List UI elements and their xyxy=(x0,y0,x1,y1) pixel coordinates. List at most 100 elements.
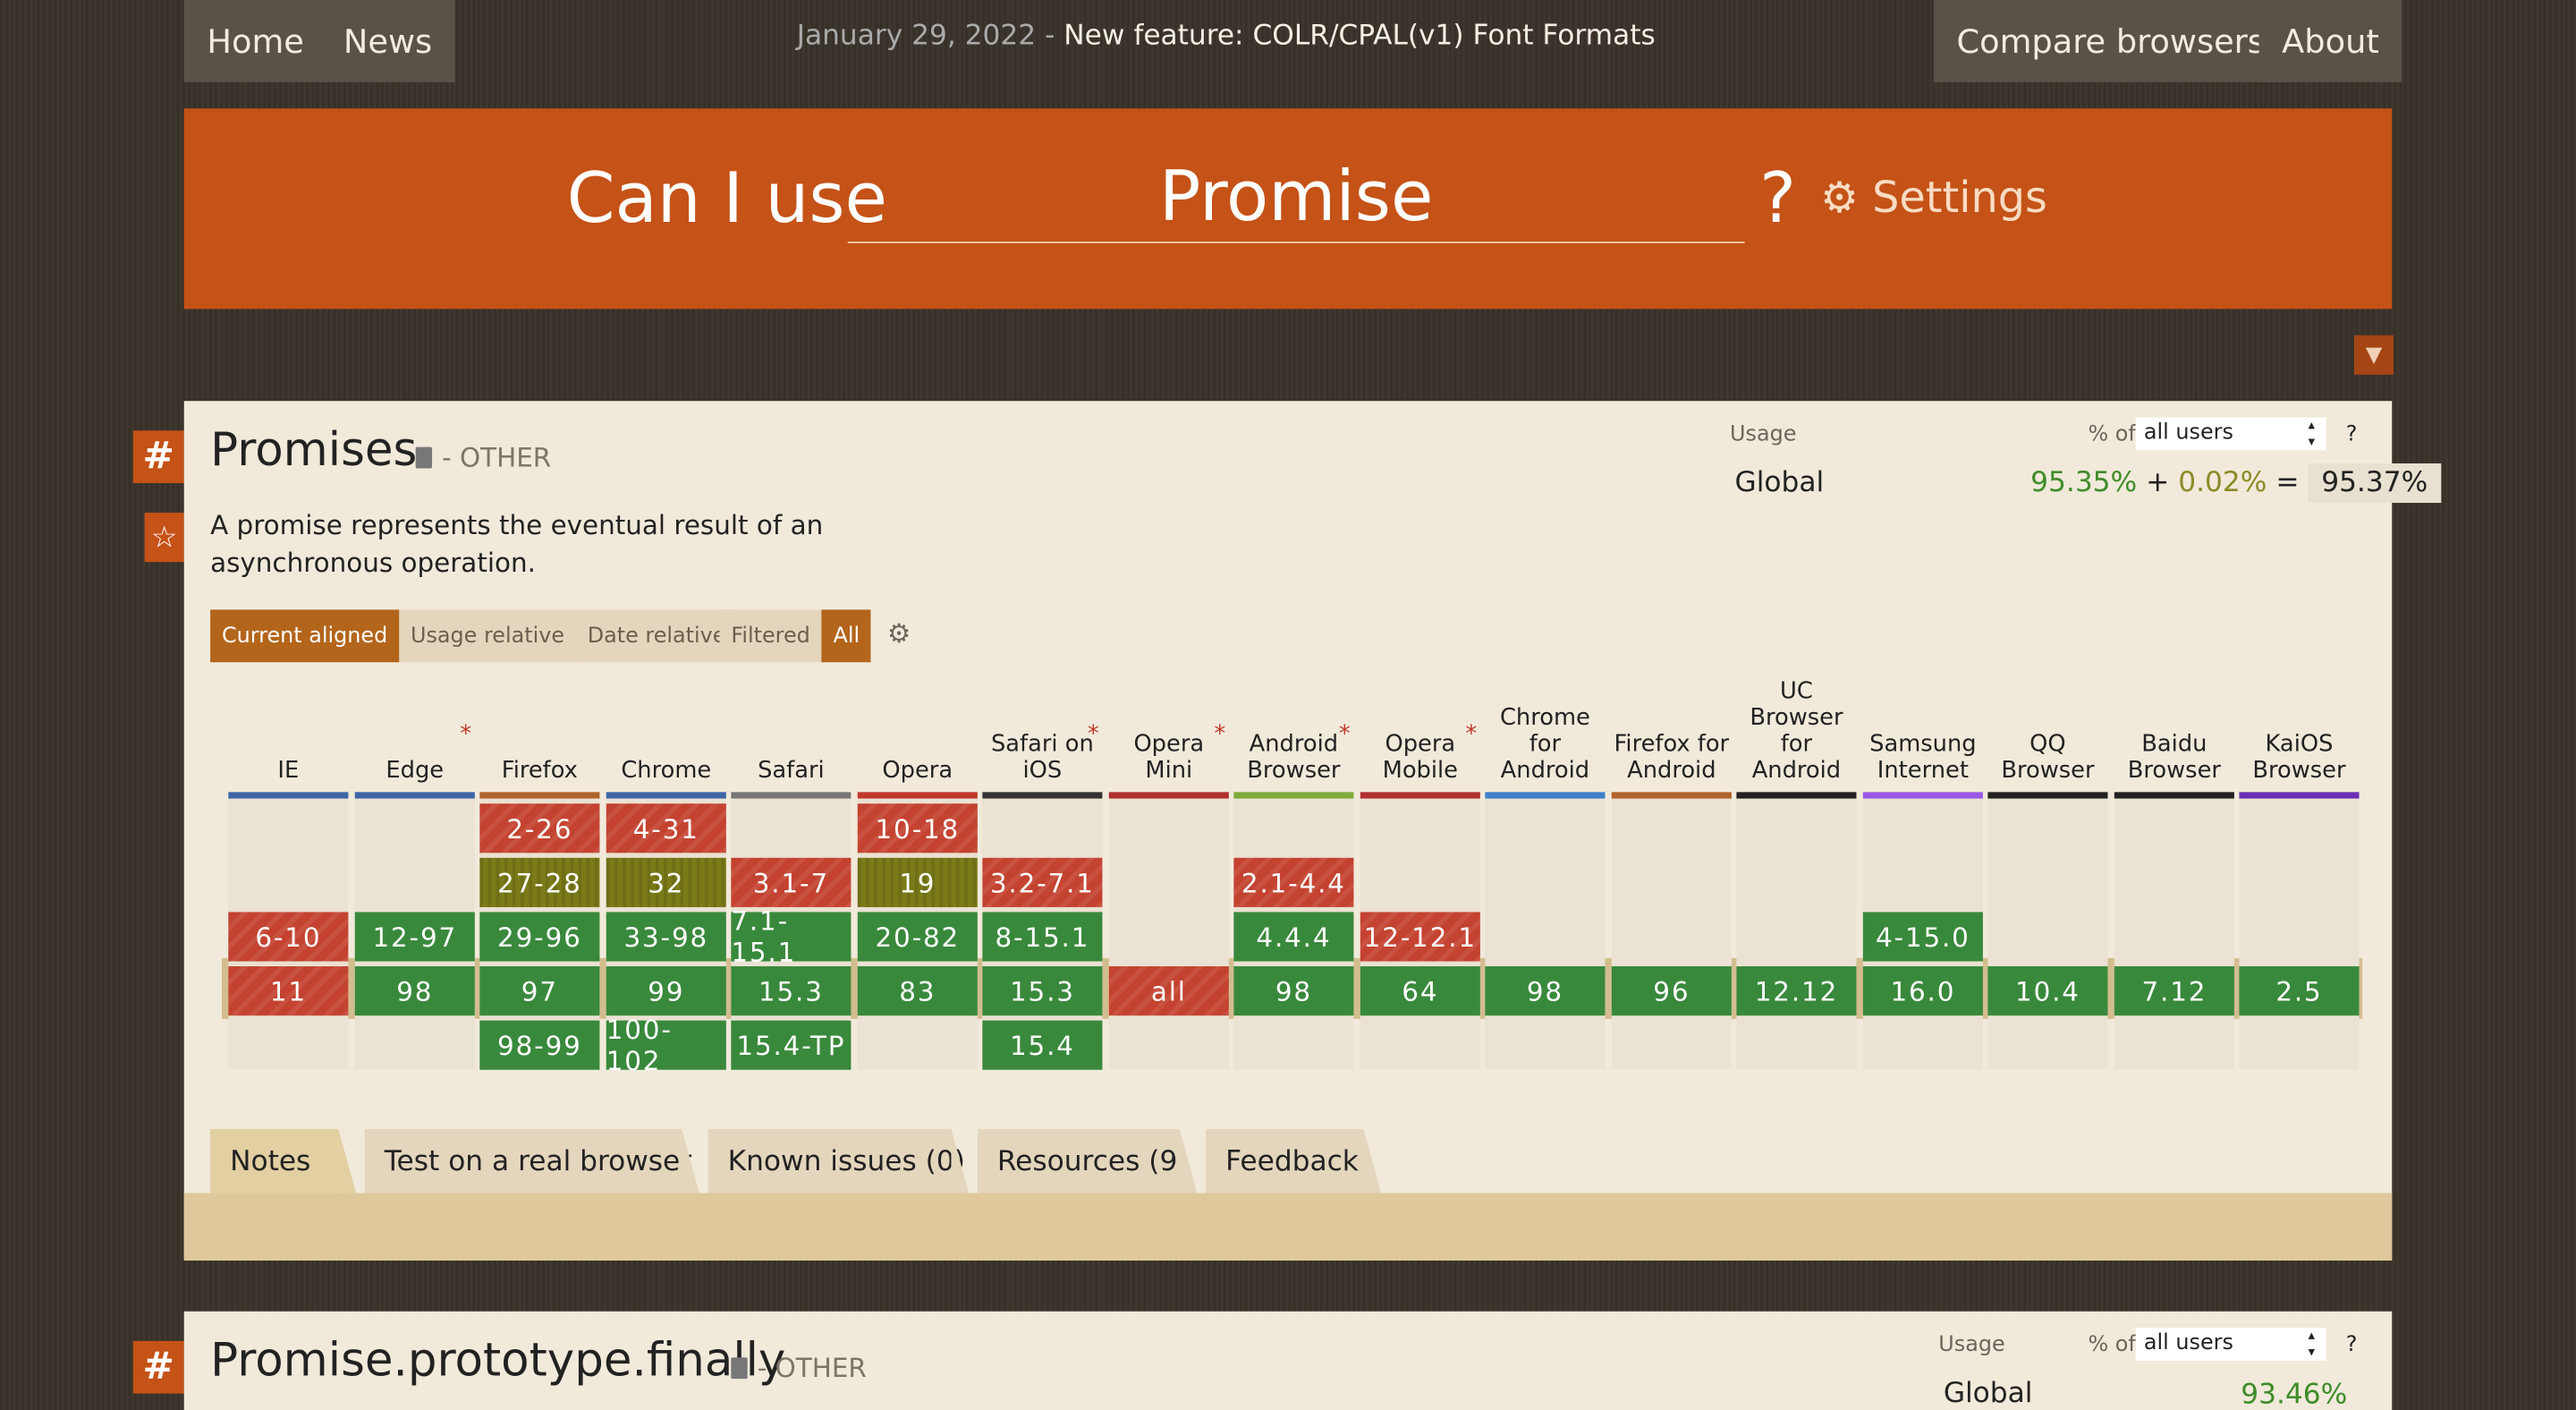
support-cell[interactable]: 98 xyxy=(1485,966,1606,1016)
support-cell[interactable]: 96 xyxy=(1611,966,1732,1016)
support-cell[interactable]: 6-10 xyxy=(228,912,349,962)
feature-title[interactable]: Promise.prototype.finally xyxy=(210,1333,785,1388)
gear-icon[interactable]: ⚙ xyxy=(887,618,911,650)
tab-date-relative[interactable]: Date relative xyxy=(575,609,738,663)
support-cell[interactable]: 19 xyxy=(857,857,978,907)
star-icon[interactable]: ☆ xyxy=(144,513,184,563)
tab-resources[interactable]: Resources (9) xyxy=(977,1128,1198,1195)
browser-header[interactable]: Baidu Browser xyxy=(2114,677,2234,794)
browser-header[interactable]: Safari on iOS * xyxy=(982,677,1102,794)
news-ticker[interactable]: January 29, 2022 - New feature: COLR/CPA… xyxy=(797,20,1656,53)
browser-column xyxy=(2239,798,2360,1070)
nav-compare-browsers[interactable]: Compare browsers xyxy=(1933,0,2288,82)
support-cell[interactable]: 83 xyxy=(857,966,978,1016)
browser-header[interactable]: Edge * xyxy=(355,677,475,794)
browser-header[interactable]: Samsung Internet xyxy=(1863,677,1983,794)
support-cell[interactable]: 2.1-4.4 xyxy=(1233,857,1354,907)
browser-header[interactable]: Opera xyxy=(858,677,978,794)
usage-help-button[interactable]: ? xyxy=(2346,422,2358,447)
browser-header[interactable]: Firefox for Android xyxy=(1612,677,1732,794)
support-cell[interactable]: 12-12.1 xyxy=(1360,912,1480,962)
feature-title[interactable]: Promises xyxy=(210,422,417,477)
equals-sign: = xyxy=(2275,466,2300,500)
support-cell[interactable]: 64 xyxy=(1360,966,1480,1016)
browser-color-bar xyxy=(1485,792,1606,799)
support-cell[interactable]: 10-18 xyxy=(857,803,978,854)
pct-of-label: % of xyxy=(2088,422,2136,447)
browser-header[interactable]: QQ Browser xyxy=(1987,677,2107,794)
support-cell[interactable]: 10.4 xyxy=(1987,966,2108,1016)
support-cell[interactable]: 15.4 xyxy=(982,1020,1103,1070)
users-select[interactable]: all users xyxy=(2135,417,2326,451)
support-cell[interactable]: 98 xyxy=(354,966,475,1016)
tab-filtered[interactable]: Filtered xyxy=(719,609,822,663)
support-cell[interactable]: 7.1-15.1 xyxy=(731,905,852,968)
support-cell[interactable]: 2.5 xyxy=(2239,966,2360,1016)
support-cell[interactable]: 15.4-TP xyxy=(731,1020,852,1070)
browser-color-bar xyxy=(1360,792,1480,799)
browser-header[interactable]: Android Browser * xyxy=(1233,677,1353,794)
browser-header[interactable]: Firefox xyxy=(479,677,599,794)
nav-home[interactable]: Home xyxy=(183,0,327,82)
usage-full: 95.35% xyxy=(2030,466,2138,500)
settings-button[interactable]: ⚙ Settings xyxy=(1820,174,2047,224)
tab-notes[interactable]: Notes xyxy=(210,1128,357,1195)
nav-about[interactable]: About xyxy=(2258,0,2402,82)
tab-feedback[interactable]: Feedback xyxy=(1206,1128,1382,1195)
support-cell[interactable]: 20-82 xyxy=(857,912,978,962)
support-cell[interactable]: 29-96 xyxy=(479,912,600,962)
browser-header[interactable]: Chrome for Android xyxy=(1485,677,1605,794)
browser-header[interactable]: IE xyxy=(228,677,348,794)
support-cell[interactable]: all xyxy=(1108,966,1229,1016)
browser-header[interactable]: Chrome xyxy=(606,677,726,794)
users-select[interactable]: all users xyxy=(2135,1328,2326,1361)
browser-header[interactable]: Opera Mobile * xyxy=(1360,677,1480,794)
support-cell[interactable]: 2-26 xyxy=(479,803,600,854)
pct-of-label: % of xyxy=(2088,1332,2136,1358)
support-cell[interactable]: 27-28 xyxy=(479,857,600,907)
support-cell[interactable]: 15.3 xyxy=(982,966,1103,1016)
browser-name: Samsung Internet xyxy=(1869,731,1977,785)
permalink-hash-button[interactable]: # xyxy=(132,430,184,484)
search-input[interactable]: Promise xyxy=(847,151,1745,243)
browser-color-bar xyxy=(1862,792,1983,799)
support-cell[interactable]: 11 xyxy=(228,966,349,1016)
news-date: January 29, 2022 xyxy=(796,20,1037,53)
support-cell[interactable]: 7.12 xyxy=(2114,966,2234,1016)
support-cell[interactable]: 33-98 xyxy=(606,912,726,962)
support-cell[interactable]: 12.12 xyxy=(1736,966,1857,1016)
support-cell[interactable]: 12-97 xyxy=(354,912,475,962)
browser-header[interactable]: KaiOS Browser xyxy=(2239,677,2359,794)
support-cell[interactable]: 16.0 xyxy=(1862,966,1983,1016)
tab-all[interactable]: All xyxy=(821,609,871,663)
support-cell[interactable]: 100-102 xyxy=(606,1014,726,1076)
filter-button[interactable]: ▼ xyxy=(2353,335,2394,375)
browser-header[interactable]: Safari xyxy=(731,677,851,794)
support-cell[interactable]: 99 xyxy=(606,966,726,1016)
support-cell[interactable]: 32 xyxy=(606,857,726,907)
news-headline[interactable]: New feature: COLR/CPAL(v1) Font Formats xyxy=(1063,20,1655,53)
tab-current-aligned[interactable]: Current aligned xyxy=(210,609,400,663)
feature-category: - OTHER xyxy=(731,1352,867,1384)
usage-help-button[interactable]: ? xyxy=(2346,1333,2358,1358)
tab-test-real-browser[interactable]: Test on a real browser xyxy=(364,1128,700,1195)
support-cell[interactable]: 98 xyxy=(1233,966,1354,1016)
support-cell[interactable]: 4.4.4 xyxy=(1233,912,1354,962)
support-cell[interactable]: 3.2-7.1 xyxy=(982,857,1103,907)
support-cell[interactable]: 98-99 xyxy=(479,1020,600,1070)
support-cell[interactable]: 8-15.1 xyxy=(982,912,1103,962)
tab-known-issues[interactable]: Known issues (0) xyxy=(708,1128,970,1195)
tab-usage-relative[interactable]: Usage relative xyxy=(399,609,576,663)
nav-news[interactable]: News xyxy=(320,0,455,82)
support-cell[interactable]: 4-31 xyxy=(606,803,726,854)
support-cell[interactable]: 97 xyxy=(479,966,600,1016)
browser-header[interactable]: Opera Mini * xyxy=(1109,677,1229,794)
browser-column xyxy=(1485,798,1606,1070)
permalink-hash-button[interactable]: # xyxy=(132,1340,184,1394)
support-cell[interactable]: 3.1-7 xyxy=(731,857,852,907)
support-cell[interactable]: 4-15.0 xyxy=(1862,912,1983,962)
category-label: - OTHER xyxy=(442,442,552,473)
browser-header[interactable]: UC Browser for Android xyxy=(1736,677,1856,794)
category-label: - OTHER xyxy=(757,1352,867,1384)
support-cell[interactable]: 15.3 xyxy=(731,966,852,1016)
